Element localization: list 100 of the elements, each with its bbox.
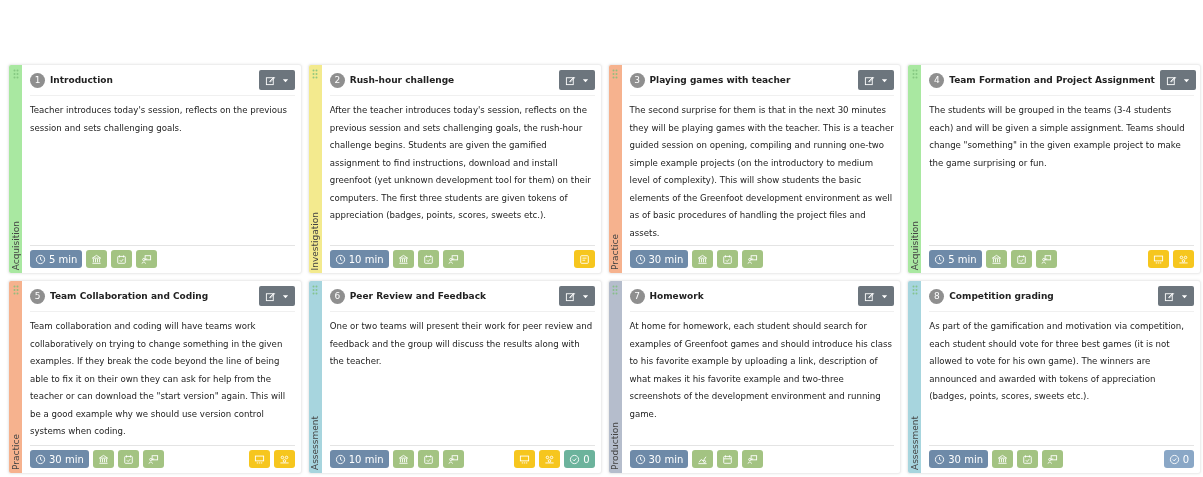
step-number: 6 (329, 288, 345, 304)
phase-strip[interactable]: Practice (608, 65, 622, 273)
drag-handle-icon[interactable] (12, 285, 19, 295)
edit-dropdown-button[interactable] (858, 286, 895, 306)
tool-badge[interactable] (539, 450, 561, 468)
tool-badge[interactable] (1173, 250, 1194, 268)
edit-icon (864, 290, 876, 302)
clock-icon (934, 453, 946, 465)
card-title: Peer Review and Feedback (349, 291, 487, 301)
phase-label: Acquisition (909, 220, 920, 270)
tag-badge[interactable] (742, 250, 764, 268)
check-circle-icon (1168, 453, 1180, 465)
phase-label: Production (610, 422, 620, 470)
step-number: 3 (629, 72, 645, 88)
tag-badge[interactable] (692, 450, 714, 468)
drag-handle-icon[interactable] (312, 69, 319, 79)
card-title: Competition grading (949, 291, 1055, 301)
caret-icon (581, 76, 589, 84)
clock-icon (334, 253, 346, 265)
calendar-check-icon (722, 253, 734, 265)
group-icon (1178, 253, 1189, 265)
presenter-icon (447, 453, 459, 465)
edit-dropdown-button[interactable] (558, 70, 595, 90)
caret-icon (1181, 292, 1188, 300)
tag-badge[interactable] (392, 450, 414, 468)
edit-dropdown-button[interactable] (1159, 70, 1196, 90)
card-title: Team Collaboration and Coding (50, 291, 210, 301)
caret-icon (1182, 76, 1190, 84)
tag-badge[interactable] (992, 450, 1013, 468)
phase-label: Practice (10, 434, 21, 470)
tool-badge[interactable] (273, 450, 295, 468)
edit-icon (1164, 290, 1175, 302)
card-description: Team collaboration and coding will have teams work collaboratively on trying to change something in the given examples. If they break the code beyond the line of being able to fix it on their own they can ask for help from the teacher or can download the "start version" again. This will be a good example why we should use version control systems when coding. (30, 320, 287, 438)
phase-strip[interactable]: Production (608, 281, 622, 473)
presenter-icon (447, 253, 459, 265)
edit-icon (864, 74, 876, 86)
tag-badge[interactable] (1017, 450, 1038, 468)
chart-icon (697, 453, 709, 465)
tag-badge[interactable] (92, 450, 114, 468)
edit-dropdown-button[interactable] (558, 286, 595, 306)
tag-badge[interactable] (1042, 450, 1063, 468)
edit-icon (264, 74, 276, 86)
tag-badge[interactable] (136, 250, 158, 268)
edit-dropdown-button[interactable] (258, 70, 295, 90)
caret-icon (881, 292, 889, 300)
tag-badge[interactable] (142, 450, 164, 468)
clock-icon (634, 253, 646, 265)
tag-badge[interactable] (1010, 250, 1032, 268)
step-number: 1 (30, 72, 45, 88)
card-title: Homework (649, 291, 705, 301)
drag-handle-icon[interactable] (612, 69, 618, 79)
phase-strip[interactable]: Acquisition (908, 65, 922, 273)
tag-badge[interactable] (111, 250, 133, 268)
phase-label: Assessment (909, 416, 920, 470)
edit-dropdown-button[interactable] (1158, 286, 1194, 306)
caret-icon (881, 76, 889, 84)
drag-handle-icon[interactable] (312, 285, 319, 295)
drag-handle-icon[interactable] (911, 285, 918, 295)
tag-badge[interactable] (86, 250, 108, 268)
tool-badge[interactable] (514, 450, 536, 468)
tool-badge[interactable] (248, 450, 270, 468)
edit-dropdown-button[interactable] (858, 70, 895, 90)
institution-icon (997, 453, 1008, 465)
tag-badge[interactable] (742, 450, 764, 468)
institution-icon (990, 253, 1002, 265)
drag-handle-icon[interactable] (612, 285, 618, 295)
tag-badge[interactable] (717, 250, 739, 268)
card-description: The second surprise for them is that in the next 30 minutes they will be playing games with the teacher. This is a teacher guided session on opening, compiling and running one-two simple example projects (on the introductory to medium level of complexity). This will show students the basic elements of the Greenfoot development environment as well as of basic procedures of handling the project files and assets. (629, 104, 895, 240)
phase-strip[interactable]: Assessment (908, 281, 922, 473)
phase-strip[interactable]: Investigation (308, 65, 322, 273)
card-description: As part of the gamification and motivation via competition, each student should vote for three best games (it is not allowed to vote for his own game). The winners are announced and awarded with tokens of appreciation (badges, points, scores, sweets etc.). (929, 320, 1185, 403)
tag-badge[interactable] (717, 450, 739, 468)
institution-icon (91, 253, 103, 265)
tool-badge[interactable] (1148, 250, 1169, 268)
tag-badge[interactable] (417, 450, 439, 468)
tool-badge[interactable] (573, 250, 595, 268)
tag-badge[interactable] (392, 250, 414, 268)
step-number: 5 (30, 288, 45, 304)
edit-icon (564, 74, 576, 86)
institution-icon (397, 253, 409, 265)
calendar-check-icon (116, 253, 128, 265)
calendar-check-icon (422, 253, 434, 265)
phase-strip[interactable]: Practice (9, 281, 22, 473)
phase-strip[interactable]: Assessment (308, 281, 322, 473)
presenter-icon (147, 453, 159, 465)
phase-label: Investigation (310, 211, 321, 270)
tag-badge[interactable] (1035, 250, 1057, 268)
drag-handle-icon[interactable] (12, 69, 19, 79)
edit-icon (564, 290, 576, 302)
drag-handle-icon[interactable] (911, 69, 918, 79)
clock-icon (634, 453, 646, 465)
edit-dropdown-button[interactable] (258, 286, 295, 306)
step-number: 7 (629, 288, 645, 304)
tag-badge[interactable] (442, 250, 464, 268)
tag-badge[interactable] (442, 450, 464, 468)
tag-badge[interactable] (985, 250, 1007, 268)
tag-badge[interactable] (417, 250, 439, 268)
phase-strip[interactable]: Acquisition (9, 65, 22, 273)
tag-badge[interactable] (692, 250, 714, 268)
tag-badge[interactable] (117, 450, 139, 468)
